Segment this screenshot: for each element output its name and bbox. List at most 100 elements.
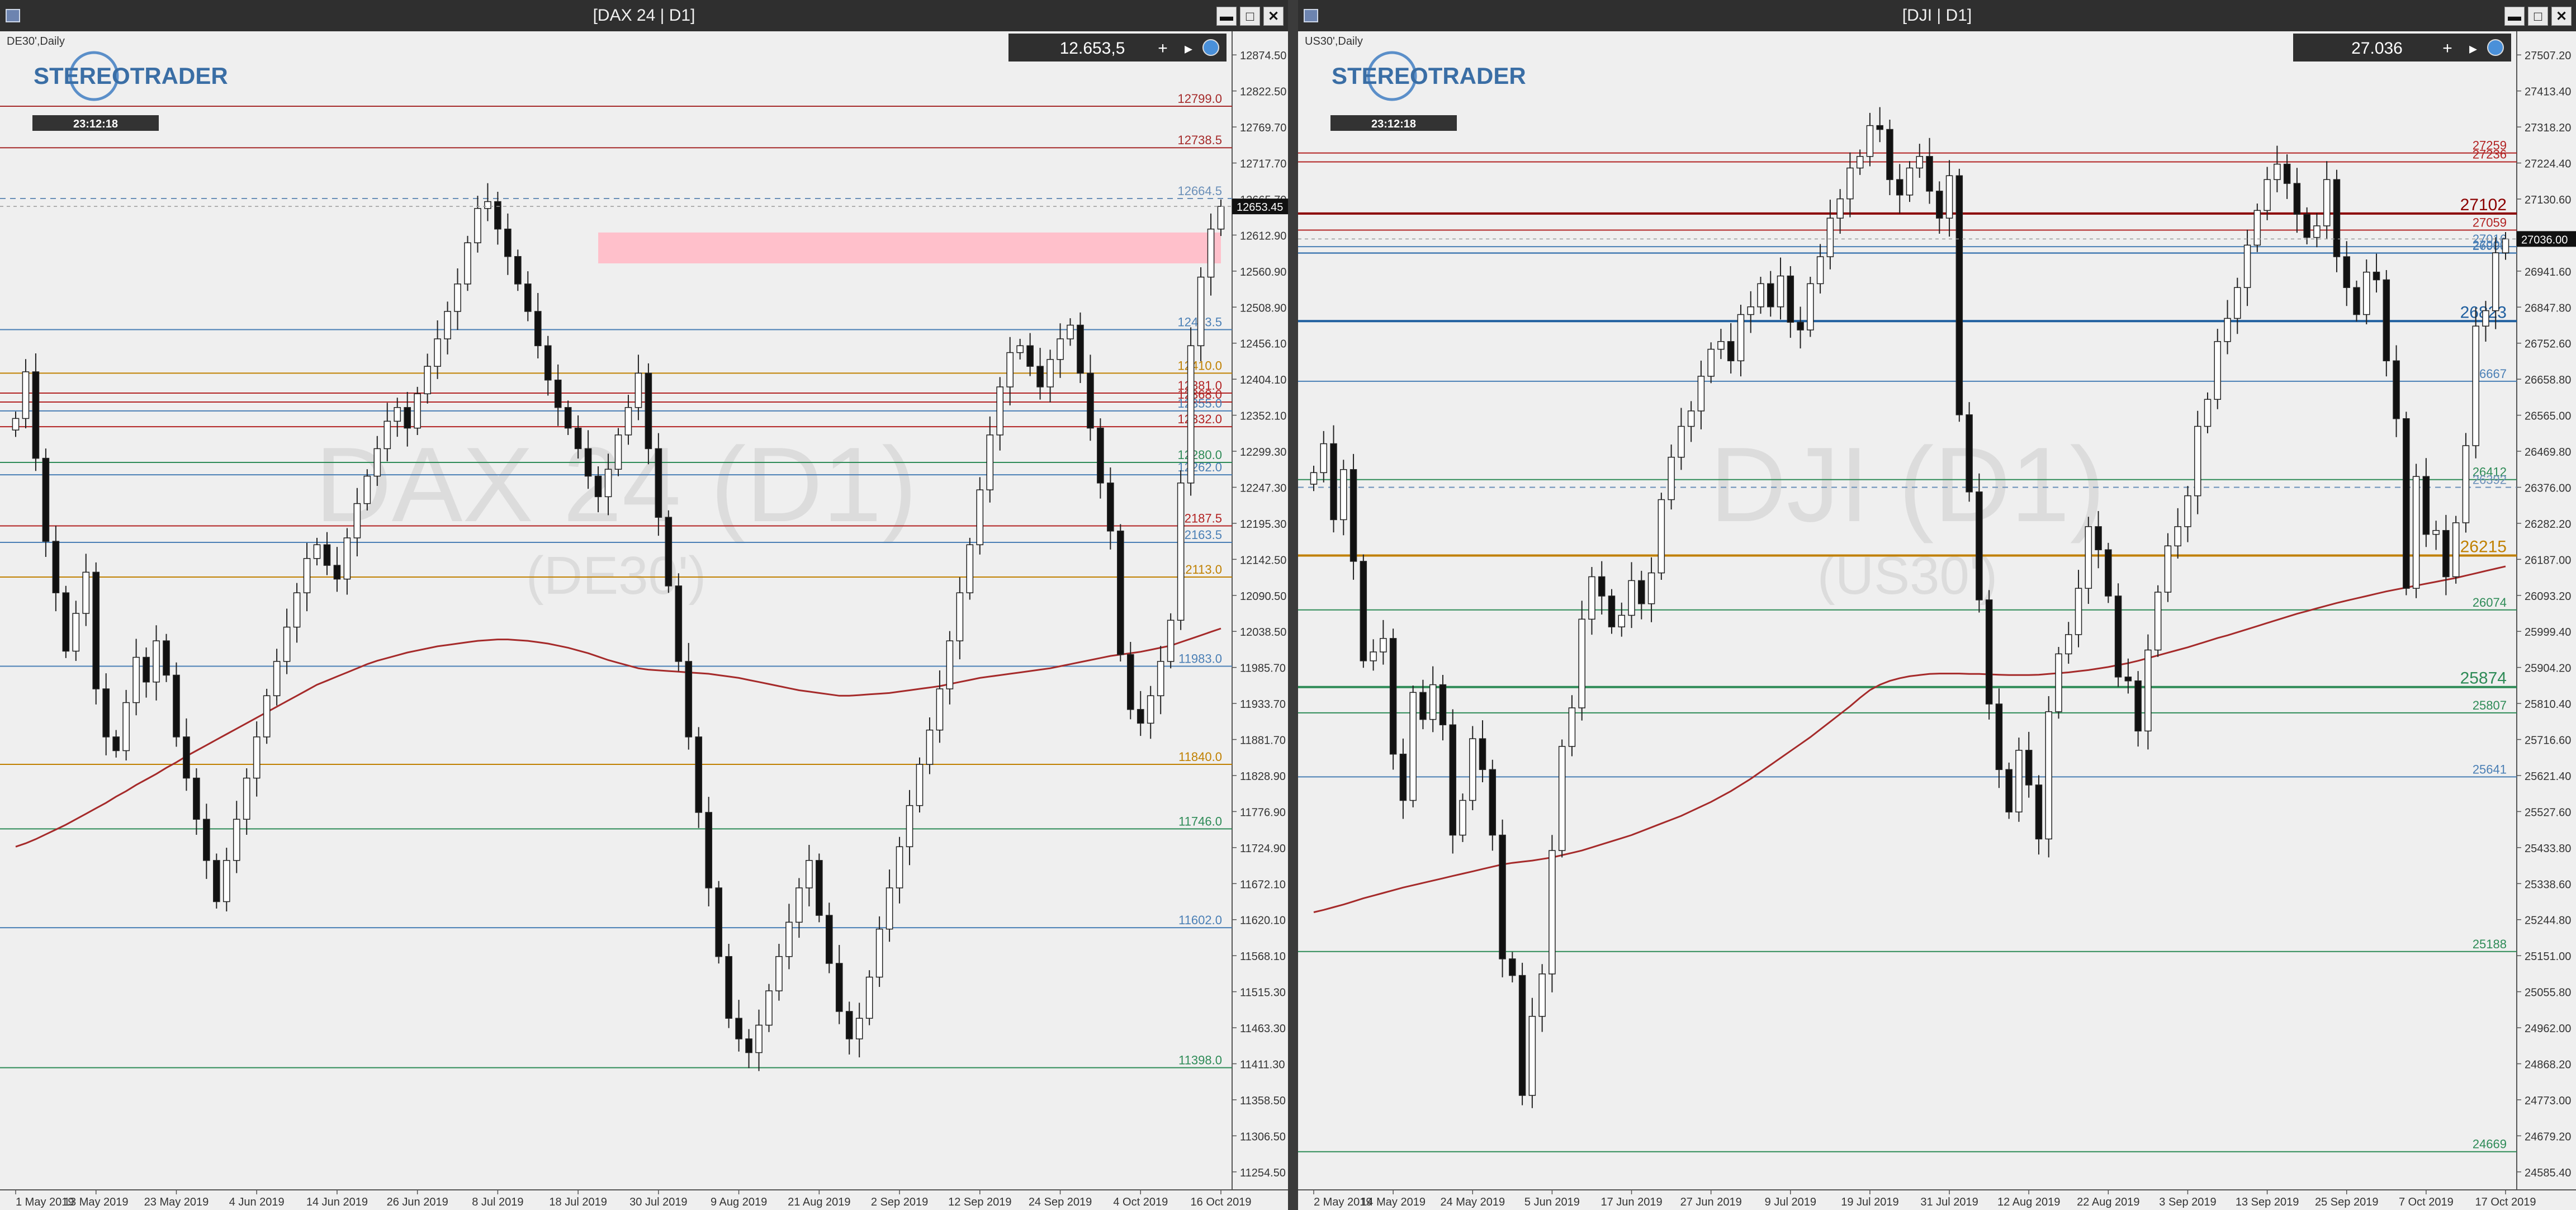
candle-body xyxy=(2134,680,2142,732)
candle-body xyxy=(92,571,100,689)
candle-body xyxy=(1876,125,1883,130)
candle-body xyxy=(394,407,401,422)
minimize-button[interactable]: ▬ xyxy=(2504,7,2525,26)
price-tick-label: 25055.80 xyxy=(2525,987,2571,999)
candle-body xyxy=(1668,456,1675,500)
candle-body xyxy=(1767,283,1774,308)
candle-body xyxy=(1349,469,1357,562)
candle-body xyxy=(102,688,110,738)
candle-body xyxy=(1137,709,1144,724)
candle-body xyxy=(1518,975,1526,1096)
candle-body xyxy=(1717,341,1725,350)
price-tick-label: 11411.30 xyxy=(1240,1058,1285,1071)
candle-body xyxy=(323,544,331,566)
candle-body xyxy=(353,503,361,538)
candle-body xyxy=(1380,638,1387,653)
candle-body xyxy=(2333,179,2341,257)
candle-body xyxy=(2154,592,2162,651)
candle-body xyxy=(2343,256,2350,289)
maximize-button[interactable]: □ xyxy=(1240,7,1260,26)
candle-body xyxy=(1985,599,1993,705)
dax-title-bar[interactable]: [DAX 24 | D1] ▬ □ ✕ xyxy=(0,0,1288,31)
time-tick-label: 17 Oct 2019 xyxy=(2475,1196,2536,1208)
candle-body xyxy=(1399,753,1407,801)
price-tick-label: 25999.40 xyxy=(2525,626,2571,639)
candle-body xyxy=(1856,156,1864,169)
price-tick-label: 11828.90 xyxy=(1240,771,1286,783)
close-button[interactable]: ✕ xyxy=(1263,7,1284,26)
candle-body xyxy=(2283,163,2291,184)
candle-body xyxy=(1026,345,1034,367)
candle-body xyxy=(1697,376,1705,412)
level-label: 11840.0 xyxy=(1178,750,1222,764)
price-tick-label: 24773.00 xyxy=(2525,1095,2571,1107)
candle-body xyxy=(865,976,873,1019)
window-separator[interactable] xyxy=(1288,0,1298,1210)
candle-body xyxy=(604,469,612,498)
level-label: 27236 xyxy=(2473,147,2507,161)
candle-body xyxy=(715,887,722,957)
candle-body xyxy=(675,585,683,662)
candle-body xyxy=(1598,576,1606,597)
price-tick-label: 26187.00 xyxy=(2525,554,2571,566)
level-label: 11983.0 xyxy=(1178,652,1222,666)
dax-price-chart[interactable]: DAX 24 (D1)(DE30')12799.012738.512664.51… xyxy=(0,31,1288,1210)
candle-body xyxy=(634,372,642,408)
candle-body xyxy=(1459,800,1466,836)
candle-body xyxy=(1509,958,1516,976)
globe-icon xyxy=(2487,39,2504,56)
candle-body xyxy=(996,386,1004,436)
price-tick-label: 26658.80 xyxy=(2525,374,2571,386)
candle-body xyxy=(1177,483,1185,621)
candle-body xyxy=(855,1018,863,1039)
dji-title-bar[interactable]: [DJI | D1] ▬ □ ✕ xyxy=(1298,0,2576,31)
candle-body xyxy=(263,695,271,738)
candle-body xyxy=(1469,738,1476,801)
candle-body xyxy=(52,541,60,593)
candle-body xyxy=(222,860,230,902)
price-tick-label: 12090.50 xyxy=(1240,590,1286,603)
maximize-button[interactable]: □ xyxy=(2528,7,2548,26)
price-tick-label: 12299.30 xyxy=(1240,446,1286,459)
dji-price-chart[interactable]: DJI (D1)(US30')2725927236271022705927016… xyxy=(1298,31,2576,1210)
minimize-button[interactable]: ▬ xyxy=(1216,7,1237,26)
candle-body xyxy=(112,736,120,751)
symbol-caption: US30',Daily xyxy=(1305,35,1363,48)
price-tick-label: 12769.70 xyxy=(1240,122,1286,134)
price-tick-label: 25151.00 xyxy=(2525,951,2571,963)
level-label: 12799.0 xyxy=(1177,92,1222,106)
candle-body xyxy=(72,613,80,652)
price-tick-label: 12142.50 xyxy=(1240,554,1286,566)
price-tick-label: 27413.40 xyxy=(2525,86,2571,98)
candle-body xyxy=(1499,834,1506,960)
time-tick-label: 25 Sep 2019 xyxy=(2315,1196,2378,1208)
candle-body xyxy=(1945,175,1953,219)
level-label: 25641 xyxy=(2473,762,2507,776)
level-label: 12332.0 xyxy=(1177,412,1222,426)
price-tick-label: 26941.60 xyxy=(2525,266,2571,278)
level-label: 26215 xyxy=(2460,538,2507,556)
price-tick-label: 11306.50 xyxy=(1240,1131,1286,1143)
candle-body xyxy=(1747,306,1754,315)
price-tick-label: 11568.10 xyxy=(1240,951,1286,963)
candle-body xyxy=(1330,443,1337,521)
price-tick-label: 27507.20 xyxy=(2525,50,2571,62)
time-tick-label: 17 Jun 2019 xyxy=(1600,1196,1662,1208)
candle-body xyxy=(2144,649,2152,732)
candle-body xyxy=(1906,167,1914,196)
candle-body xyxy=(1036,366,1044,387)
candle-body xyxy=(1528,1015,1536,1096)
time-tick-label: 2 Sep 2019 xyxy=(871,1196,928,1208)
candle-body xyxy=(2184,495,2191,527)
candle-body xyxy=(2124,677,2132,682)
candle-body xyxy=(735,1018,742,1039)
price-tick-label: 11985.70 xyxy=(1240,663,1286,675)
candle-body xyxy=(1207,228,1215,278)
candle-body xyxy=(835,963,843,1012)
price-tick-label: 12195.30 xyxy=(1240,518,1286,531)
candle-body xyxy=(2412,476,2420,589)
candle-body xyxy=(213,860,220,902)
candle-body xyxy=(1628,580,1635,616)
price-tick-label: 12612.90 xyxy=(1240,230,1286,242)
close-button[interactable]: ✕ xyxy=(2551,7,2572,26)
